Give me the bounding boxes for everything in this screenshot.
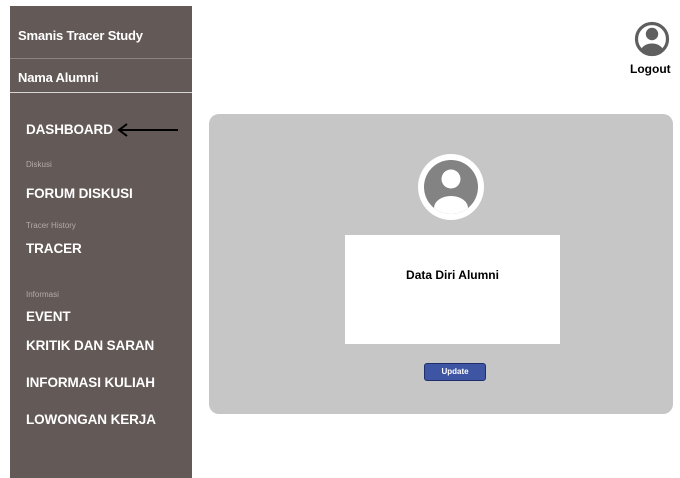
sidebar-item-event[interactable]: EVENT: [26, 309, 71, 324]
data-diri-panel: Data Diri Alumni: [345, 235, 560, 344]
update-button[interactable]: Update: [424, 363, 486, 381]
profile-card: Data Diri Alumni Update: [209, 114, 673, 414]
sidebar-item-forum-diskusi[interactable]: FORUM DISKUSI: [26, 186, 133, 201]
section-label-tracer-history: Tracer History: [26, 221, 76, 230]
alumni-name-label: Nama Alumni: [18, 70, 99, 85]
arrow-left-icon: [117, 123, 178, 137]
user-avatar-icon[interactable]: [633, 20, 671, 58]
app-brand: Smanis Tracer Study: [18, 28, 143, 43]
sidebar-item-dashboard[interactable]: DASHBOARD: [26, 122, 113, 137]
data-diri-title: Data Diri Alumni: [406, 268, 499, 282]
sidebar-item-informasi-kuliah[interactable]: INFORMASI KULIAH: [26, 375, 155, 390]
sidebar-item-kritik-dan-saran[interactable]: KRITIK DAN SARAN: [26, 338, 154, 353]
logout-button[interactable]: Logout: [630, 62, 671, 76]
sidebar-item-tracer[interactable]: TRACER: [26, 241, 82, 256]
section-label-diskusi: Diskusi: [26, 160, 52, 169]
profile-avatar-icon: [418, 154, 484, 220]
section-label-informasi: Informasi: [26, 290, 59, 299]
sidebar: Smanis Tracer Study Nama Alumni DASHBOAR…: [10, 6, 192, 478]
sidebar-divider: [10, 92, 192, 93]
sidebar-item-lowongan-kerja[interactable]: LOWONGAN KERJA: [26, 412, 156, 427]
